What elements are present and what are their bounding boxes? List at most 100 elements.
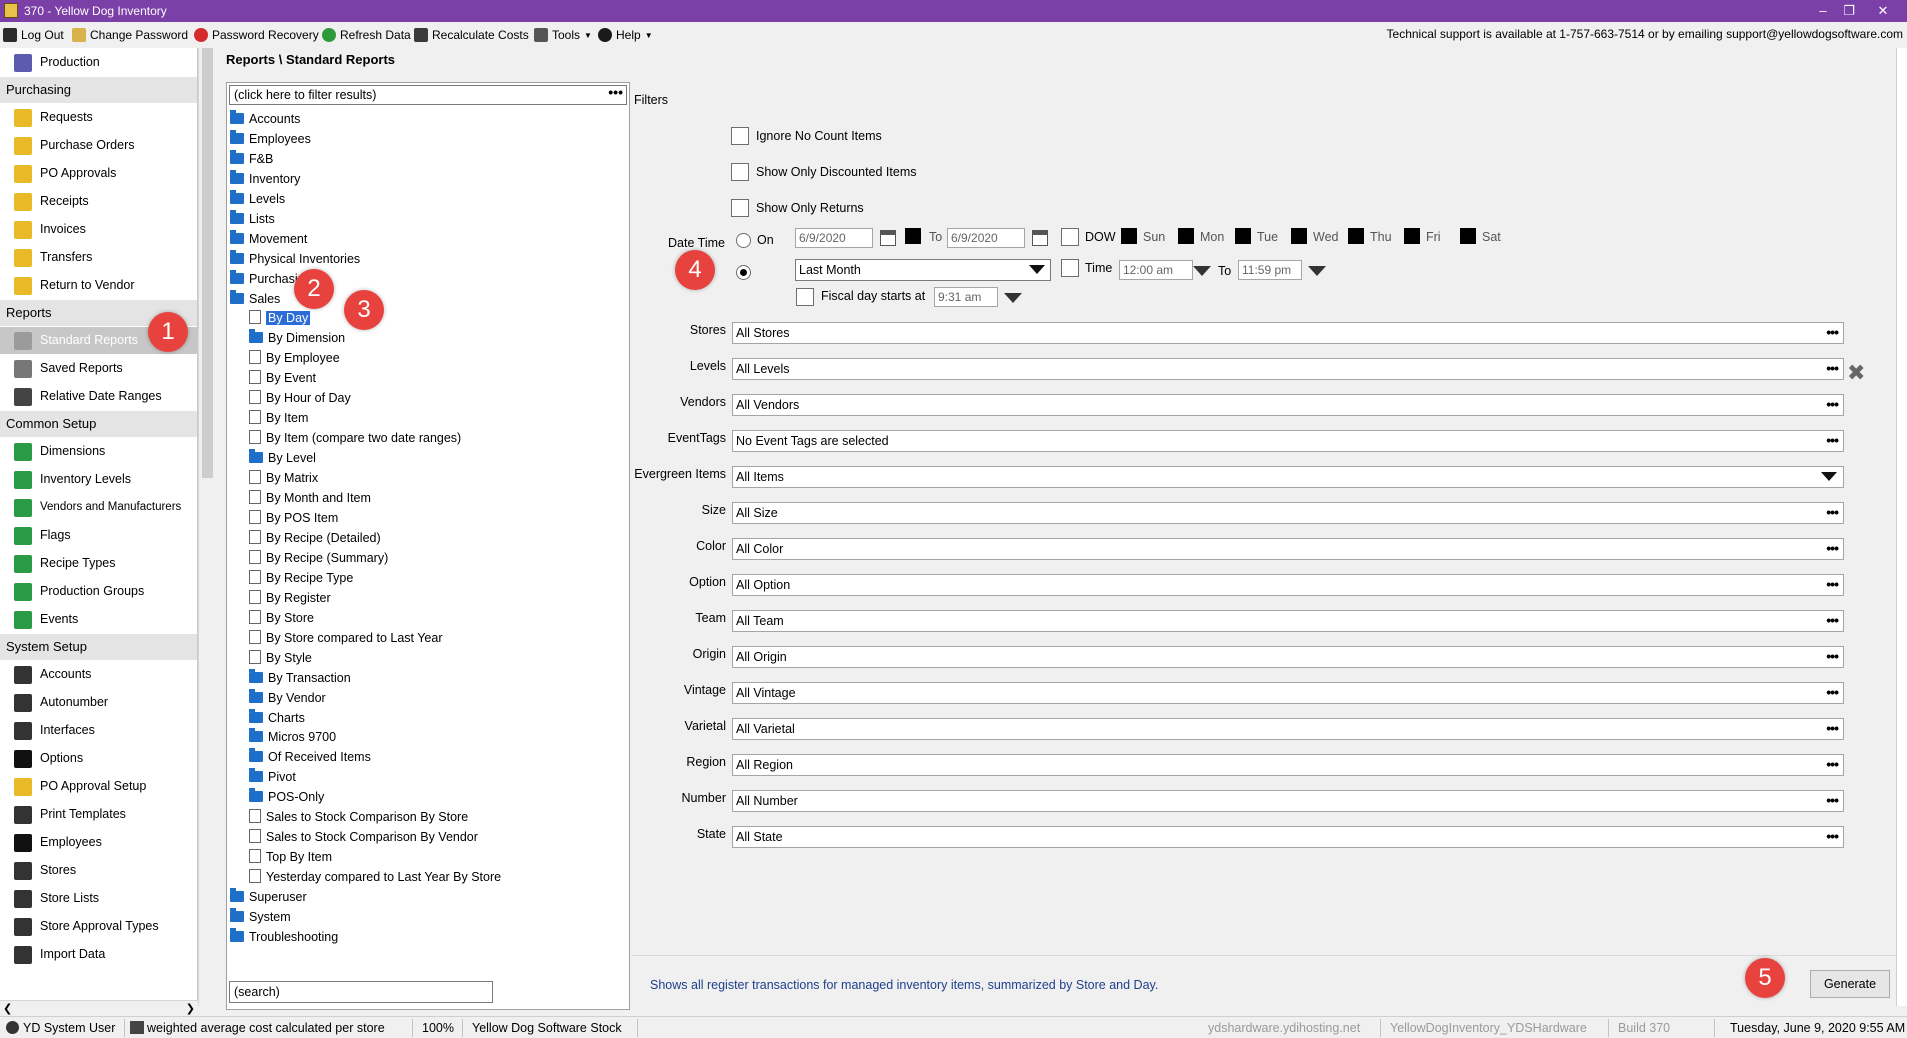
sidebar-item-relative-date-ranges[interactable]: Relative Date Ranges: [0, 383, 197, 410]
tree-report-item[interactable]: By Store compared to Last Year: [249, 628, 443, 648]
date-to-input[interactable]: 6/9/2020: [947, 228, 1025, 248]
tree-folder[interactable]: By Dimension: [249, 328, 345, 348]
more-options-icon[interactable]: •••: [1826, 323, 1839, 341]
sidebar-item-purchase-orders[interactable]: Purchase Orders: [0, 132, 197, 159]
more-options-icon[interactable]: •••: [1826, 539, 1839, 557]
sidebar-item-vendors-and-manufacturers[interactable]: Vendors and Manufacturers: [0, 494, 197, 521]
tree-folder[interactable]: Employees: [230, 129, 311, 149]
filter-state-field[interactable]: All State •••: [732, 826, 1844, 848]
day-checkbox-fri[interactable]: [1404, 228, 1420, 244]
restore-icon[interactable]: ❐: [1838, 2, 1860, 20]
calendar-from-icon[interactable]: [880, 230, 896, 246]
tree-report-item[interactable]: Sales to Stock Comparison By Vendor: [249, 827, 478, 847]
sidebar-item-recipe-types[interactable]: Recipe Types: [0, 550, 197, 577]
tree-folder[interactable]: F&B: [230, 149, 273, 169]
time-checkbox[interactable]: [1061, 259, 1079, 277]
scroll-right-icon[interactable]: ❯: [186, 1002, 195, 1015]
filter-stores-field[interactable]: All Stores •••: [732, 322, 1844, 344]
more-options-icon[interactable]: •••: [1826, 575, 1839, 593]
tree-folder[interactable]: Troubleshooting: [230, 927, 338, 947]
scroll-left-icon[interactable]: ❮: [3, 1002, 12, 1015]
tree-folder[interactable]: By Transaction: [249, 668, 351, 688]
sidebar-item-transfers[interactable]: Transfers: [0, 244, 197, 271]
filter-region-field[interactable]: All Region •••: [732, 754, 1844, 776]
filter-team-field[interactable]: All Team •••: [732, 610, 1844, 632]
filter-eventtags-field[interactable]: No Event Tags are selected •••: [732, 430, 1844, 452]
day-checkbox-sun[interactable]: [1121, 228, 1137, 244]
more-options-icon[interactable]: •••: [1826, 647, 1839, 665]
date-range-select[interactable]: Last Month: [795, 259, 1051, 281]
tree-report-item[interactable]: By Recipe (Summary): [249, 548, 388, 568]
more-options-icon[interactable]: •••: [1826, 755, 1839, 773]
sidebar-item-production-groups[interactable]: Production Groups: [0, 578, 197, 605]
sidebar-header-common-setup[interactable]: Common Setup: [0, 411, 197, 437]
dow-checkbox[interactable]: [1061, 228, 1079, 246]
tree-report-item[interactable]: By Employee: [249, 348, 340, 368]
tree-folder[interactable]: Lists: [230, 209, 275, 229]
sidebar-item-flags[interactable]: Flags: [0, 522, 197, 549]
tree-folder[interactable]: By Level: [249, 448, 316, 468]
tools-menu[interactable]: Tools ▼: [534, 26, 592, 44]
day-checkbox-sat[interactable]: [1460, 228, 1476, 244]
filter-varietal-field[interactable]: All Varietal •••: [732, 718, 1844, 740]
tree-report-item[interactable]: By Event: [249, 368, 316, 388]
help-menu[interactable]: Help ▼: [598, 26, 653, 44]
tree-folder[interactable]: Movement: [230, 229, 307, 249]
sidebar-item-store-lists[interactable]: Store Lists: [0, 885, 197, 912]
tree-report-item[interactable]: By Item: [249, 408, 308, 428]
sidebar-item-interfaces[interactable]: Interfaces: [0, 717, 197, 744]
tree-folder[interactable]: By Vendor: [249, 688, 326, 708]
scrollbar-thumb[interactable]: [202, 48, 213, 478]
sidebar-item-stores[interactable]: Stores: [0, 857, 197, 884]
tree-folder[interactable]: Of Received Items: [249, 747, 371, 767]
sidebar-item-options[interactable]: Options: [0, 745, 197, 772]
tree-folder[interactable]: Physical Inventories: [230, 249, 360, 269]
date-from-checkbox[interactable]: [905, 228, 921, 244]
tree-report-item[interactable]: By Hour of Day: [249, 388, 351, 408]
sidebar-item-employees[interactable]: Employees: [0, 829, 197, 856]
tree-report-item[interactable]: Sales to Stock Comparison By Store: [249, 807, 468, 827]
tree-report-item[interactable]: Top By Item: [249, 847, 332, 867]
filter-color-field[interactable]: All Color •••: [732, 538, 1844, 560]
recalculate-costs-button[interactable]: Recalculate Costs: [414, 26, 529, 44]
sidebar-item-receipts[interactable]: Receipts: [0, 188, 197, 215]
sidebar-item-po-approval-setup[interactable]: PO Approval Setup: [0, 773, 197, 800]
filter-vendors-field[interactable]: All Vendors •••: [732, 394, 1844, 416]
chevron-down-icon[interactable]: [1821, 472, 1837, 481]
day-checkbox-mon[interactable]: [1178, 228, 1194, 244]
tree-folder[interactable]: Micros 9700: [249, 727, 336, 747]
tree-report-item[interactable]: By POS Item: [249, 508, 338, 528]
time-to-dropdown-icon[interactable]: [1308, 266, 1326, 276]
tree-report-item[interactable]: By Style: [249, 648, 312, 668]
more-options-icon[interactable]: •••: [1826, 719, 1839, 737]
fiscal-day-dropdown-icon[interactable]: [1004, 293, 1022, 303]
more-options-icon[interactable]: •••: [1826, 431, 1839, 449]
more-options-icon[interactable]: •••: [1826, 683, 1839, 701]
show-only-discounted-checkbox[interactable]: [731, 163, 749, 181]
sidebar-item-import-data[interactable]: Import Data: [0, 941, 197, 968]
tree-report-item[interactable]: By Day: [249, 308, 311, 328]
tree-search-input[interactable]: (search): [229, 981, 493, 1003]
more-options-icon[interactable]: •••: [1826, 791, 1839, 809]
sidebar-horizontal-scrollbar[interactable]: ❮ ❯: [0, 1000, 198, 1016]
ignore-no-count-checkbox[interactable]: [731, 127, 749, 145]
sidebar-item-print-templates[interactable]: Print Templates: [0, 801, 197, 828]
sidebar-item-production[interactable]: Production: [0, 49, 197, 76]
log-out-button[interactable]: Log Out: [3, 26, 64, 44]
filter-evergreen-items-field[interactable]: All Items: [732, 466, 1844, 488]
day-checkbox-wed[interactable]: [1291, 228, 1307, 244]
tree-filter-input[interactable]: (click here to filter results): [229, 85, 627, 105]
sidebar-header-purchasing[interactable]: Purchasing: [0, 77, 197, 103]
filter-levels-field[interactable]: All Levels •••: [732, 358, 1844, 380]
sidebar-item-po-approvals[interactable]: PO Approvals: [0, 160, 197, 187]
tree-report-item[interactable]: By Recipe Type: [249, 568, 353, 588]
fiscal-day-checkbox[interactable]: [796, 288, 814, 306]
filter-origin-field[interactable]: All Origin •••: [732, 646, 1844, 668]
change-password-button[interactable]: Change Password: [72, 26, 188, 44]
show-only-returns-checkbox[interactable]: [731, 199, 749, 217]
more-options-icon[interactable]: •••: [1826, 395, 1839, 413]
day-checkbox-tue[interactable]: [1235, 228, 1251, 244]
date-range-radio[interactable]: [736, 265, 751, 280]
sidebar-item-saved-reports[interactable]: Saved Reports: [0, 355, 197, 382]
filter-vintage-field[interactable]: All Vintage •••: [732, 682, 1844, 704]
